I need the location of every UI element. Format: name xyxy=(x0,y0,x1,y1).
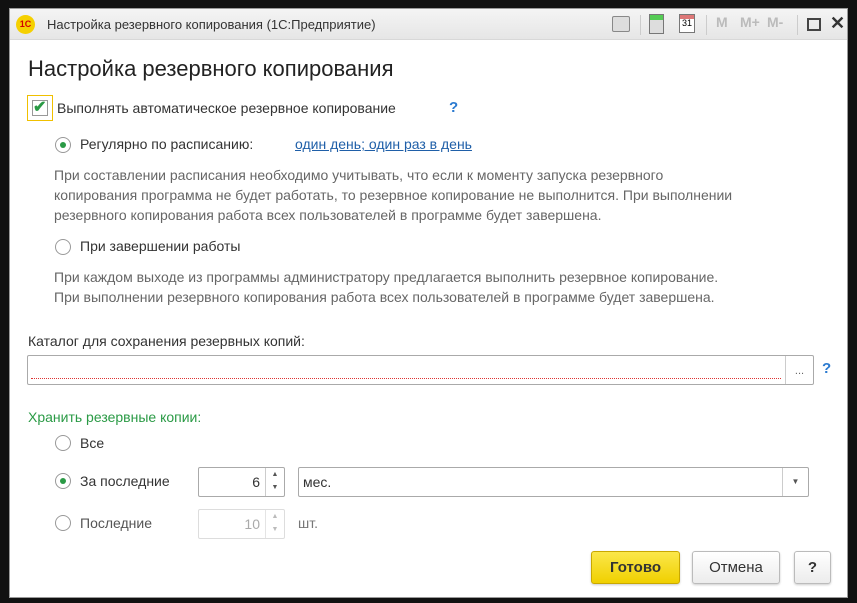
count-unit: шт. xyxy=(298,515,318,531)
keep-last-count-radio[interactable] xyxy=(55,515,71,531)
title-bar: 1С Настройка резервного копирования (1С:… xyxy=(10,9,847,40)
keep-last-period-label: За последние xyxy=(80,473,170,489)
directory-input[interactable]: ... xyxy=(27,355,814,385)
keep-last-count-label: Последние xyxy=(80,515,153,531)
schedule-link[interactable]: один день; один раз в день xyxy=(295,136,472,152)
period-unit-select[interactable]: мес. ▼ xyxy=(298,467,809,497)
schedule-hint: При составлении расписания необходимо уч… xyxy=(54,167,733,223)
checkmark-icon: ✔ xyxy=(32,99,48,116)
help-link[interactable]: ? xyxy=(449,99,458,116)
window-title: Настройка резервного копирования (1С:Пре… xyxy=(47,17,376,32)
count-spinner[interactable]: 10 ▲ ▼ xyxy=(198,509,285,539)
page-title: Настройка резервного копирования xyxy=(28,56,394,81)
memory-plus-button[interactable]: M+ xyxy=(740,14,760,30)
ok-button[interactable]: Готово xyxy=(591,551,680,584)
on-exit-label: При завершении работы xyxy=(80,238,241,254)
directory-help-link[interactable]: ? xyxy=(822,360,831,377)
calendar-icon[interactable]: 31 xyxy=(679,14,695,33)
browse-button[interactable]: ... xyxy=(785,356,813,384)
schedule-radio[interactable] xyxy=(55,137,71,153)
close-icon[interactable]: ✕ xyxy=(830,13,845,34)
auto-backup-checkbox[interactable]: ✔ xyxy=(27,95,53,121)
directory-label: Каталог для сохранения резервных копий: xyxy=(28,333,305,349)
maximize-icon[interactable] xyxy=(807,18,821,31)
keep-label: Хранить резервные копии: xyxy=(28,409,202,425)
spinner-arrows[interactable]: ▲ ▼ xyxy=(265,468,284,496)
memory-minus-button[interactable]: M- xyxy=(767,14,783,30)
on-exit-hint: При каждом выходе из программы администр… xyxy=(54,269,719,305)
print-icon[interactable] xyxy=(612,16,630,32)
on-exit-radio[interactable] xyxy=(55,239,71,255)
schedule-label: Регулярно по расписанию: xyxy=(80,136,254,152)
cancel-button[interactable]: Отмена xyxy=(692,551,780,584)
count-value: 10 xyxy=(244,516,260,532)
1c-logo-icon: 1С xyxy=(16,15,35,34)
keep-all-label: Все xyxy=(80,435,105,451)
memory-button[interactable]: M xyxy=(716,14,728,30)
keep-last-period-radio[interactable] xyxy=(55,473,71,489)
auto-backup-label: Выполнять автоматическое резервное копир… xyxy=(57,100,396,116)
keep-all-radio[interactable] xyxy=(55,435,71,451)
chevron-down-icon[interactable]: ▼ xyxy=(782,468,808,496)
spinner-arrows[interactable]: ▲ ▼ xyxy=(265,510,284,538)
help-button[interactable]: ? xyxy=(794,551,831,584)
calculator-icon[interactable] xyxy=(649,14,664,34)
period-unit-value: мес. xyxy=(303,474,332,490)
backup-settings-window: 1С Настройка резервного копирования (1С:… xyxy=(9,8,848,598)
period-count-value: 6 xyxy=(252,474,260,490)
period-count-spinner[interactable]: 6 ▲ ▼ xyxy=(198,467,285,497)
